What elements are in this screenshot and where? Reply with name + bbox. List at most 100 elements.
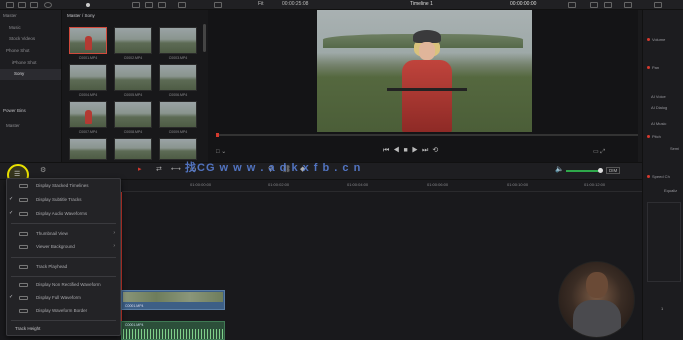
fullscreen-icon[interactable]: ▭ ⤢ — [593, 148, 605, 156]
video-clip[interactable]: C0001.MP4 — [121, 290, 225, 310]
viewer-scrubber[interactable] — [216, 133, 638, 137]
selection-tool-icon[interactable]: ▸ — [138, 165, 142, 173]
menu-item-audio-waveforms[interactable]: ✓ Display Audio Waveforms — [7, 209, 120, 219]
clip-label: C0001.MP4 — [78, 56, 98, 60]
media-scrollbar[interactable] — [203, 24, 206, 52]
track-playhead-icon — [19, 265, 28, 269]
bin-music[interactable]: Music — [9, 25, 21, 30]
bin-iphone-shot[interactable]: iPhone Shot — [12, 60, 37, 65]
inspector-panel: Volume Pan AI Voice AI Dialog AI Music P… — [642, 10, 683, 340]
equalizer-label[interactable]: Equaliz — [664, 188, 677, 193]
rider-figure — [85, 110, 92, 124]
viewer-background-icon — [19, 245, 28, 249]
pitch-label[interactable]: Pitch — [647, 134, 661, 139]
clip-thumbnail[interactable] — [69, 27, 107, 54]
clip-thumbnail[interactable] — [69, 138, 107, 160]
volume-slider[interactable] — [566, 168, 603, 173]
submenu-chevron-icon: › — [113, 230, 115, 236]
stacked-timelines-icon — [19, 184, 28, 188]
dim-button[interactable]: DIM — [606, 167, 621, 174]
ruler-tick-label: 01:00:04:00 — [347, 182, 369, 187]
clip-thumbnail[interactable] — [69, 101, 107, 128]
equalizer-graph[interactable] — [647, 202, 681, 282]
media-pool-icon[interactable] — [6, 2, 14, 8]
inspector-value[interactable]: 1 — [661, 306, 663, 311]
rider-jacket — [402, 60, 452, 132]
viewer-view-menu-icon[interactable]: □ ⌄ — [216, 148, 226, 155]
inspector-icon[interactable] — [590, 2, 598, 8]
sound-library-icon[interactable] — [44, 2, 52, 8]
menu-item-track-playhead[interactable]: Track Playhead — [7, 262, 120, 272]
menu-item-non-rectified-waveform[interactable]: Display Non Rectified Waveform — [7, 280, 120, 290]
keyframe-dot-icon — [647, 66, 650, 70]
clip-label: C0002.MP4 — [123, 56, 143, 60]
timeline-ruler[interactable]: 01:00:00:00 01:00:02:00 01:00:04:00 01:0… — [122, 180, 642, 192]
volume-label[interactable]: Volume — [647, 37, 665, 42]
clip-thumbnail[interactable] — [159, 101, 197, 128]
ai-dialog-label[interactable]: AI Dialog — [651, 105, 667, 110]
viewer-playhead[interactable] — [216, 133, 219, 137]
zoom-fit[interactable]: Fit — [258, 1, 264, 7]
checkmark-icon: ✓ — [9, 294, 14, 300]
top-toolbar: Fit 00:00:25:08 Timeline 1 00:00:00:00 — [0, 0, 683, 10]
subtitle-tracks-icon — [19, 198, 28, 202]
non-rectified-waveform-icon — [19, 283, 28, 287]
timeline-playhead[interactable] — [121, 192, 122, 340]
metadata-icon[interactable] — [604, 2, 612, 8]
timeline-view-options-menu: Display Stacked Timelines ✓ Display Subt… — [6, 178, 121, 336]
menu-item-full-waveform[interactable]: ✓ Display Full Waveform — [7, 293, 120, 303]
bin-sony[interactable]: Sony — [14, 71, 24, 76]
viewer-mode-icon[interactable] — [214, 2, 222, 8]
menu-item-stacked-timelines[interactable]: Display Stacked Timelines — [7, 181, 120, 191]
mixer-icon[interactable] — [624, 2, 632, 8]
viewer-video-frame — [317, 10, 532, 132]
record-dot-icon — [86, 3, 90, 7]
menu-icon[interactable] — [568, 2, 576, 8]
audio-clip[interactable]: C0001.MP4 — [121, 321, 225, 340]
media-pool: Master / Sony C0001.MP4 C0002.MP4 C0003.… — [62, 10, 208, 162]
search-icon[interactable] — [178, 2, 186, 8]
effects-icon[interactable] — [18, 2, 26, 8]
list-view-icon[interactable] — [145, 2, 153, 8]
power-bin-master[interactable]: Master — [6, 123, 20, 128]
menu-item-waveform-border[interactable]: Display Waveform Border — [7, 306, 120, 316]
clip-thumbnail[interactable] — [114, 27, 152, 54]
pan-label[interactable]: Pan — [647, 65, 659, 70]
clip-label: C0004.MP4 — [78, 93, 98, 97]
bin-sony-row[interactable]: Sony — [0, 69, 61, 80]
speed-change-label[interactable]: Speed Ch — [647, 174, 670, 179]
timeline-menu-icon[interactable]: ⚙ — [40, 166, 46, 174]
menu-item-viewer-background[interactable]: Viewer Background › — [7, 242, 120, 252]
ruler-tick-label: 01:00:00:00 — [190, 182, 212, 187]
bin-master[interactable]: Master — [3, 13, 17, 18]
video-clip-name: C0001.MP4 — [125, 304, 144, 308]
menu-item-subtitle-tracks[interactable]: ✓ Display Subtitle Tracks — [7, 195, 120, 205]
presenter-webcam — [558, 261, 635, 338]
menu-divider — [11, 223, 116, 224]
menu-item-thumbnail-view[interactable]: Thumbnail View › — [7, 229, 120, 239]
clip-thumbnail[interactable] — [159, 64, 197, 91]
edit-index-icon[interactable] — [30, 2, 38, 8]
settings-icon[interactable] — [654, 2, 662, 8]
transport-controls[interactable]: ⏮◀■▶⏭⟲ — [383, 146, 442, 155]
bin-phone-shot[interactable]: Phone Shot — [6, 48, 30, 53]
clip-thumbnail[interactable] — [159, 138, 197, 160]
clip-label: C0008.MP4 — [123, 130, 143, 134]
view-toggle-icon[interactable] — [132, 2, 140, 8]
volume-slider-handle[interactable] — [598, 168, 603, 173]
grid-view-icon[interactable] — [158, 2, 166, 8]
audio-clip-name: C0001.MP4 — [125, 323, 144, 327]
clip-thumbnail[interactable] — [114, 101, 152, 128]
clip-thumbnail[interactable] — [114, 138, 152, 160]
ai-voice-label[interactable]: AI Voice — [651, 94, 666, 99]
rider-face — [419, 42, 435, 60]
bin-stock-videos[interactable]: Stock Videos — [9, 36, 35, 41]
clip-label: C0007.MP4 — [78, 130, 98, 134]
clip-thumbnail[interactable] — [159, 27, 197, 54]
clip-thumbnail[interactable] — [69, 64, 107, 91]
ai-music-label[interactable]: AI Music — [651, 121, 666, 126]
clip-label: C0003.MP4 — [168, 56, 188, 60]
volume-icon[interactable]: 🔈 — [555, 165, 564, 173]
clip-thumbnail[interactable] — [114, 64, 152, 91]
timeline-name[interactable]: Timeline 1 — [410, 1, 433, 7]
